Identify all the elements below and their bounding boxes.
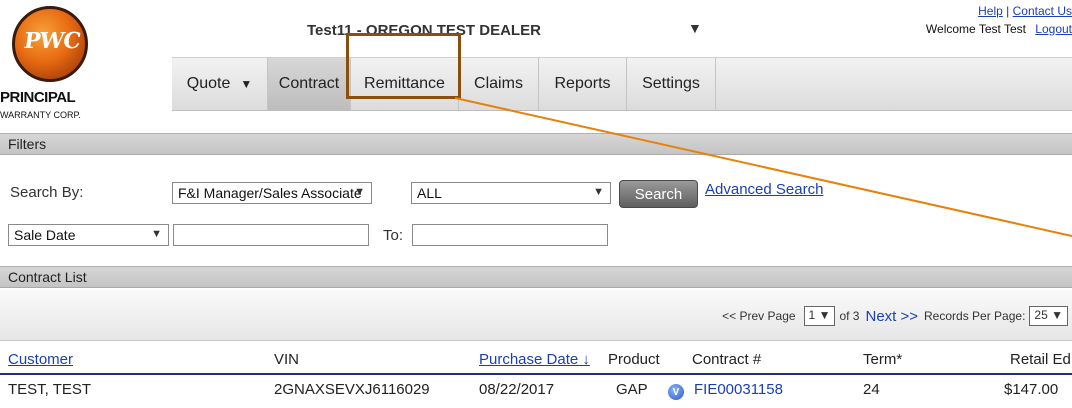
col-vin: VIN (274, 351, 300, 368)
scope-select[interactable]: ALL ▼ (411, 182, 611, 204)
nav-quote-label: Quote (186, 75, 231, 92)
next-page-link[interactable]: Next >> (865, 308, 918, 325)
chevron-down-icon: ▼ (240, 77, 253, 91)
top-links: Help | Contact Us (978, 4, 1072, 18)
advanced-search-link[interactable]: Advanced Search (705, 181, 823, 198)
nav-contract[interactable]: Contract (268, 58, 351, 110)
to-label: To: (383, 227, 404, 244)
contact-us-link[interactable]: Contact Us (1013, 4, 1072, 18)
highlight-box (346, 33, 461, 99)
date-type-select[interactable]: Sale Date ▼ (8, 224, 169, 246)
welcome-text: Welcome Test Test (925, 22, 1026, 36)
search-button[interactable]: Search (619, 180, 698, 208)
col-retail: Retail Ed (1010, 351, 1071, 368)
chevron-down-icon: ▼ (1051, 308, 1063, 322)
chevron-down-icon: ▼ (151, 228, 162, 240)
to-date-input[interactable] (412, 224, 608, 246)
help-link[interactable]: Help (978, 4, 1003, 18)
cell-customer: TEST, TEST (8, 381, 92, 398)
pagination: << Prev Page 1 ▼ of 3 Next >> Records Pe… (722, 306, 1072, 326)
contract-list-header: Contract List (0, 266, 1072, 288)
chevron-down-icon: ▼ (818, 308, 831, 322)
page-select[interactable]: 1 ▼ (803, 306, 836, 326)
logo-name: PRINCIPAL (0, 89, 76, 106)
logo-subname: WARRANTY CORP. (0, 110, 81, 120)
nav-contract-label: Contract (278, 75, 340, 92)
chevron-down-icon: ▼ (593, 186, 604, 198)
search-by-label: Search By: (10, 184, 84, 201)
search-by-select[interactable]: F&I Manager/Sales Associate ▼ (172, 182, 372, 204)
search-by-value: F&I Manager/Sales Associate (178, 185, 362, 201)
verified-icon[interactable]: V (668, 384, 684, 400)
nav-claims-label: Claims (474, 75, 523, 92)
nav-reports-label: Reports (554, 75, 611, 92)
filters-header: Filters (0, 133, 1072, 155)
from-date-input[interactable] (173, 224, 369, 246)
col-contract: Contract # (692, 351, 762, 368)
page-value: 1 (808, 308, 816, 322)
company-logo[interactable]: PWC PRINCIPAL WARRANTY CORP. (0, 0, 122, 124)
pager-row: << Prev Page 1 ▼ of 3 Next >> Records Pe… (0, 290, 1072, 341)
cell-vin: 2GNAXSEVXJ6116029 (274, 381, 430, 398)
col-term: Term* (863, 351, 903, 368)
date-type-value: Sale Date (14, 227, 76, 243)
annotation-line-stroke (454, 97, 1072, 237)
nav-quote[interactable]: Quote ▼ (172, 58, 268, 110)
records-per-page-select[interactable]: 25 ▼ (1029, 306, 1068, 326)
scope-value: ALL (417, 185, 442, 201)
page-count: of 3 (839, 309, 860, 323)
chevron-down-icon: ▼ (354, 186, 365, 198)
cell-purchase-date: 08/22/2017 (479, 381, 555, 398)
records-per-page-label: Records Per Page: (924, 309, 1026, 323)
col-customer[interactable]: Customer (8, 351, 73, 368)
cell-contract-link[interactable]: FIE00031158 (694, 381, 783, 398)
col-purchase-date[interactable]: Purchase Date ↓ (479, 351, 590, 368)
nav-settings-label: Settings (642, 75, 700, 92)
logo-mark: PWC (22, 28, 82, 54)
col-product: Product (608, 351, 660, 368)
table-header-divider (0, 373, 1072, 375)
prev-page-link[interactable]: << Prev Page (722, 309, 795, 323)
logout-link[interactable]: Logout (1035, 22, 1072, 36)
main-nav: Quote ▼ Contract Remittance Claims Repor… (172, 57, 1072, 111)
dealer-dropdown-icon[interactable]: ▼ (688, 20, 702, 36)
cell-product: GAP (616, 381, 648, 398)
cell-term: 24 (863, 381, 880, 398)
nav-reports[interactable]: Reports (539, 58, 627, 110)
nav-claims[interactable]: Claims (459, 58, 539, 110)
welcome-area: Welcome Test Test Logout (926, 22, 1072, 36)
cell-retail: $147.00 (1004, 381, 1059, 398)
nav-settings[interactable]: Settings (627, 58, 716, 110)
records-per-page-value: 25 (1034, 308, 1048, 322)
link-separator: | (1006, 4, 1010, 18)
